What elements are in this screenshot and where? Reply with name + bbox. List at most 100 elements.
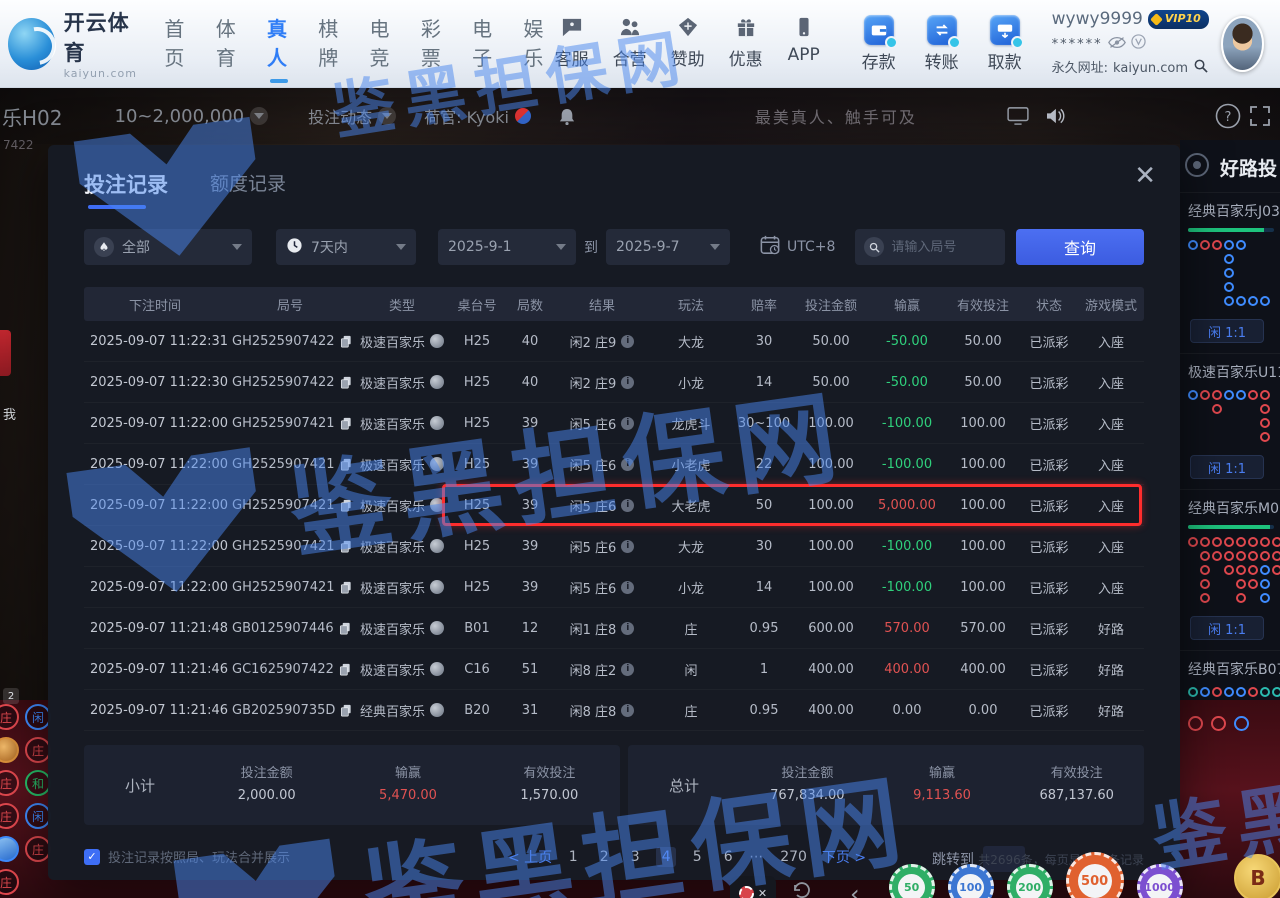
search-icon[interactable] (1193, 56, 1208, 80)
username[interactable]: wywy9999 (1052, 7, 1143, 33)
table-row[interactable]: 2025-09-07 11:22:31GH2525907422极速百家乐H254… (84, 321, 1144, 362)
query-button[interactable]: 查询 (1016, 229, 1144, 265)
nav-item-彩票[interactable]: 彩票 (421, 13, 445, 75)
info-icon[interactable]: i (621, 581, 634, 594)
info-icon[interactable]: i (621, 663, 634, 676)
wallet-link-取款[interactable]: 取款 (980, 15, 1030, 73)
table-row[interactable]: 2025-09-07 11:21:48GB0125907446极速百家乐B011… (84, 608, 1144, 649)
refresh-circle-icon[interactable] (1131, 32, 1146, 56)
quick-link-APP[interactable]: APP (780, 17, 828, 70)
copy-icon[interactable] (340, 499, 352, 512)
undo-icon[interactable] (791, 882, 811, 898)
follow-bet-button[interactable]: 闲 1:1 (1190, 319, 1264, 343)
info-icon[interactable]: i (621, 458, 634, 471)
table-row[interactable]: 2025-09-07 11:21:46GC1625907422极速百家乐C165… (84, 649, 1144, 690)
nav-item-首页[interactable]: 首页 (164, 13, 188, 75)
bell-icon[interactable] (559, 108, 575, 125)
brand-logo[interactable]: 开云体育 kaiyun.com (8, 7, 142, 80)
page-4[interactable]: 4 (656, 847, 676, 867)
nav-item-真人[interactable]: 真人 (267, 13, 291, 75)
copy-icon[interactable] (340, 581, 352, 594)
transfer-icon (927, 15, 957, 45)
table-limits[interactable]: 10~2,000,000 (115, 106, 269, 127)
table-row[interactable]: 2025-09-07 11:22:00GH2525907421极速百家乐H253… (84, 485, 1144, 526)
table-row[interactable]: 2025-09-07 11:22:00GH2525907421极速百家乐H253… (84, 403, 1144, 444)
fullscreen-icon[interactable] (1249, 105, 1271, 127)
page-2[interactable]: 2 (594, 847, 614, 867)
close-icon[interactable]: ✕ (1134, 163, 1156, 189)
volume-icon[interactable] (1045, 108, 1065, 124)
wallet-link-转账[interactable]: 转账 (917, 15, 967, 73)
copy-icon[interactable] (340, 540, 352, 553)
bead-player-icon (1234, 716, 1249, 731)
info-icon[interactable]: i (621, 499, 634, 512)
chip-100[interactable]: 100 (948, 864, 994, 898)
copy-icon[interactable] (339, 622, 351, 635)
odds: 30 (756, 539, 773, 554)
info-icon[interactable]: i (621, 622, 634, 635)
round-search-input[interactable] (891, 240, 991, 255)
nav-item-棋牌[interactable]: 棋牌 (318, 13, 342, 75)
table-row[interactable]: 2025-09-07 11:22:30GH2525907422极速百家乐H254… (84, 362, 1144, 403)
prev-page-button[interactable]: < 上页 (508, 847, 552, 867)
date-to-picker[interactable]: 2025-9-7 (606, 229, 730, 265)
table-row[interactable]: 2025-09-07 11:22:00GH2525907421极速百家乐H253… (84, 444, 1144, 485)
table-row[interactable]: 2025-09-07 11:22:00GH2525907421极速百家乐H253… (84, 526, 1144, 567)
win-loss: -50.00 (886, 334, 928, 349)
merge-checkbox[interactable]: ✓ (84, 849, 100, 865)
copy-icon[interactable] (340, 335, 352, 348)
chip-500[interactable]: 500 (1066, 852, 1124, 898)
nav-item-电竞[interactable]: 电竞 (370, 13, 394, 75)
info-icon[interactable]: i (621, 704, 634, 717)
road-record-icon[interactable] (1184, 152, 1210, 182)
copy-icon[interactable] (340, 704, 352, 717)
chip-50[interactable]: 50 (889, 864, 935, 898)
user-avatar[interactable] (1221, 16, 1264, 72)
page-1[interactable]: 1 (563, 847, 583, 867)
copy-icon[interactable] (340, 417, 352, 430)
tab-bet-records[interactable]: 投注记录 (84, 169, 168, 209)
copy-icon[interactable] (339, 663, 351, 676)
nav-item-电子[interactable]: 电子 (472, 13, 496, 75)
help-icon[interactable]: ? (1215, 103, 1241, 129)
chip-1000[interactable]: 1000 (1137, 864, 1183, 898)
date-range-select[interactable]: 7天内 (276, 229, 416, 265)
road-dot (1236, 565, 1246, 575)
game-type-icon (430, 621, 444, 635)
date-from-picker[interactable]: 2025-9-1 (438, 229, 576, 265)
bet-feed-toggle[interactable]: 投注动态 (308, 104, 396, 128)
quick-link-赞助[interactable]: 赞助 (664, 17, 712, 70)
quick-link-优惠[interactable]: 优惠 (722, 17, 770, 70)
info-icon[interactable]: i (621, 335, 634, 348)
copy-icon[interactable] (340, 376, 352, 389)
page-3[interactable]: 3 (625, 847, 645, 867)
quick-link-合营[interactable]: 合营 (606, 17, 654, 70)
follow-bet-button[interactable]: 闲 1:1 (1190, 616, 1264, 640)
round-id-text: GB202590735D (232, 703, 335, 718)
table-row[interactable]: 2025-09-07 11:21:46GB202590735D经典百家乐B203… (84, 690, 1144, 731)
banker-chip[interactable]: B (1234, 854, 1280, 898)
tab-quota-records[interactable]: 额度记录 (210, 169, 286, 209)
road-row (1188, 296, 1276, 310)
game-type-select[interactable]: ♠ 全部 (84, 229, 252, 265)
follow-bet-button[interactable]: 闲 1:1 (1190, 455, 1264, 479)
table-row[interactable]: 2025-09-07 11:22:00GH2525907421极速百家乐H253… (84, 567, 1144, 608)
nav-item-娱乐[interactable]: 娱乐 (523, 13, 547, 75)
result-text: 闲5 庄6 (570, 578, 617, 597)
info-icon[interactable]: i (621, 376, 634, 389)
info-icon[interactable]: i (621, 540, 634, 553)
chip-200[interactable]: 200 (1007, 864, 1053, 898)
info-icon[interactable]: i (621, 417, 634, 430)
copy-icon[interactable] (340, 458, 352, 471)
eye-off-icon[interactable] (1108, 32, 1126, 56)
cast-icon[interactable] (1007, 107, 1029, 125)
permanent-url[interactable]: kaiyun.com (1113, 59, 1188, 79)
nav-item-体育[interactable]: 体育 (216, 13, 240, 75)
game-type-icon (430, 334, 444, 348)
quick-link-客服[interactable]: 客服 (548, 17, 596, 70)
wallet-link-存款[interactable]: 存款 (854, 15, 904, 73)
page-5[interactable]: 5 (687, 847, 707, 867)
bet-time: 2025-09-07 11:22:31 (84, 334, 228, 349)
chip-select-button[interactable]: ✕ (730, 876, 776, 898)
chips-scroll-left[interactable]: ‹ (850, 880, 860, 898)
